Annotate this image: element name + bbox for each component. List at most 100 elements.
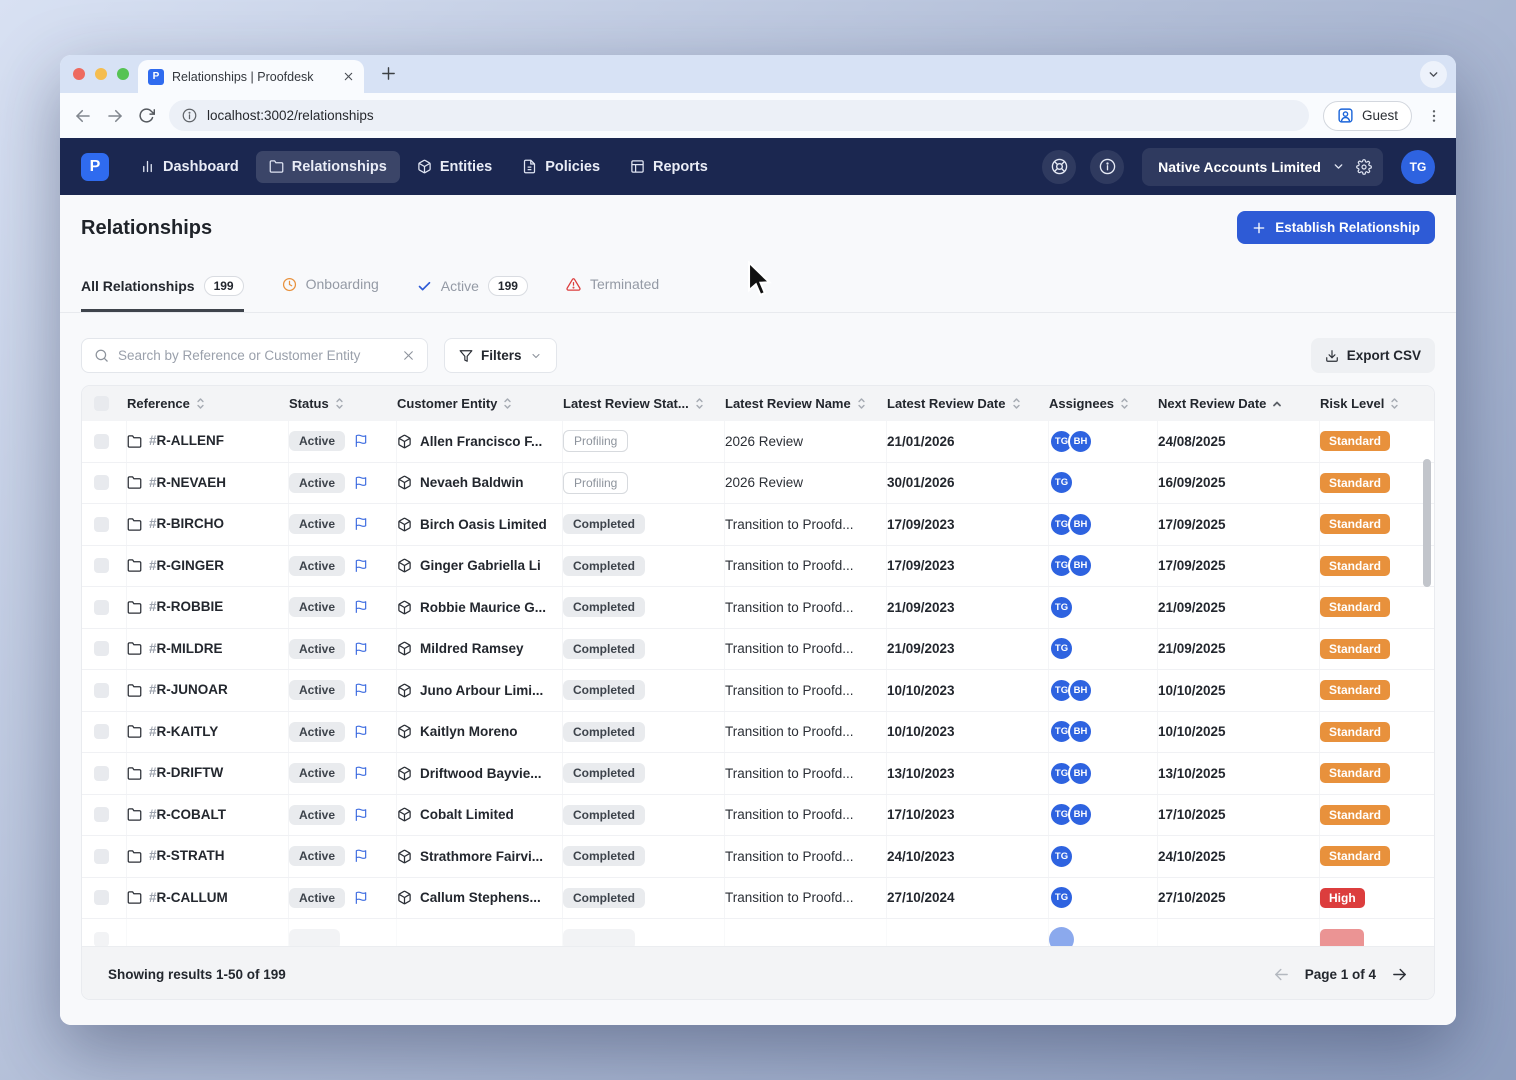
flag-icon[interactable] [354,559,368,573]
flag-icon[interactable] [354,600,368,614]
column-header-status[interactable]: Status [289,396,397,411]
row-checkbox[interactable] [94,475,109,490]
customer-entity-cell[interactable]: Juno Arbour Limi... [397,670,563,711]
sort-icon[interactable] [695,397,704,410]
forward-button[interactable] [106,107,124,125]
sort-icon[interactable] [1120,397,1129,410]
table-row[interactable]: #R-ROBBIE Active Robbie Maurice G... Com… [82,587,1434,629]
sort-ascending-icon[interactable] [1272,399,1282,409]
row-checkbox[interactable] [94,517,109,532]
column-header-next-review-date[interactable]: Next Review Date [1158,396,1320,411]
site-info-icon[interactable] [182,108,197,123]
guest-profile-button[interactable]: Guest [1323,101,1412,131]
column-header-latest-review-date[interactable]: Latest Review Date [887,396,1049,411]
tab-search-chevron-button[interactable] [1420,61,1447,88]
sort-icon[interactable] [196,397,205,410]
flag-icon[interactable] [354,766,368,780]
tab-onboarding[interactable]: Onboarding [282,270,379,305]
reference-cell[interactable]: #R-NEVAEH [127,463,289,504]
customer-entity-cell[interactable]: Driftwood Bayvie... [397,753,563,794]
column-header-customer-entity[interactable]: Customer Entity [397,396,563,411]
table-row[interactable]: #R-MILDRE Active Mildred Ramsey Complete… [82,629,1434,671]
customer-entity-cell[interactable]: Birch Oasis Limited [397,504,563,545]
column-header-assignees[interactable]: Assignees [1049,396,1158,411]
nav-item-dashboard[interactable]: Dashboard [127,151,252,183]
reference-cell[interactable]: #R-BIRCHO [127,504,289,545]
flag-icon[interactable] [354,642,368,656]
table-row[interactable]: #R-CALLUM Active Callum Stephens... Comp… [82,878,1434,920]
maximize-window-button[interactable] [117,68,129,80]
reload-button[interactable] [138,107,155,124]
table-row[interactable]: #R-BIRCHO Active Birch Oasis Limited Com… [82,504,1434,546]
row-checkbox[interactable] [94,890,109,905]
row-checkbox[interactable] [94,683,109,698]
tenant-switcher[interactable]: Native Accounts Limited [1142,148,1383,186]
reference-cell[interactable]: #R-COBALT [127,795,289,836]
search-input[interactable] [118,348,393,363]
browser-menu-icon[interactable] [1426,108,1442,124]
flag-icon[interactable] [354,849,368,863]
sort-icon[interactable] [1012,397,1021,410]
reference-cell[interactable]: #R-CALLUM [127,878,289,919]
proofdesk-logo[interactable]: P [81,153,109,181]
flag-icon[interactable] [354,683,368,697]
row-checkbox[interactable] [94,849,109,864]
nav-item-policies[interactable]: Policies [509,151,613,183]
customer-entity-cell[interactable]: Allen Francisco F... [397,421,563,462]
table-row[interactable]: #R-DRIFTW Active Driftwood Bayvie... Com… [82,753,1434,795]
browser-tab[interactable]: P Relationships | Proofdesk [138,60,364,93]
row-checkbox[interactable] [94,724,109,739]
url-bar[interactable]: localhost:3002/relationships [169,100,1309,131]
info-button[interactable] [1090,150,1124,184]
flag-icon[interactable] [354,517,368,531]
tab-all-relationships[interactable]: All Relationships 199 [81,270,244,312]
flag-icon[interactable] [354,808,368,822]
column-header-latest-review-status[interactable]: Latest Review Stat... [563,396,725,411]
customer-entity-cell[interactable]: Robbie Maurice G... [397,587,563,628]
clear-search-icon[interactable] [402,349,415,362]
establish-relationship-button[interactable]: Establish Relationship [1237,211,1435,244]
sort-icon[interactable] [335,397,344,410]
sort-icon[interactable] [857,397,866,410]
search-box[interactable] [81,338,428,373]
customer-entity-cell[interactable]: Kaitlyn Moreno [397,712,563,753]
reference-cell[interactable]: #R-DRIFTW [127,753,289,794]
export-csv-button[interactable]: Export CSV [1311,338,1435,373]
table-row[interactable]: #R-ALLENF Active Allen Francisco F... Pr… [82,421,1434,463]
column-header-latest-review-name[interactable]: Latest Review Name [725,396,887,411]
row-checkbox[interactable] [94,766,109,781]
new-tab-button[interactable] [380,65,397,82]
tab-terminated[interactable]: Terminated [566,270,659,305]
customer-entity-cell[interactable]: Mildred Ramsey [397,629,563,670]
table-row[interactable]: #R-COBALT Active Cobalt Limited Complete… [82,795,1434,837]
table-row[interactable]: #R-STRATH Active Strathmore Fairvi... Co… [82,836,1434,878]
header-select-all[interactable] [82,396,127,411]
table-row[interactable]: #R-GINGER Active Ginger Gabriella Li Com… [82,546,1434,588]
flag-icon[interactable] [354,434,368,448]
tab-active[interactable]: Active 199 [417,270,528,309]
help-button[interactable] [1042,150,1076,184]
row-checkbox[interactable] [94,807,109,822]
customer-entity-cell[interactable]: Strathmore Fairvi... [397,836,563,877]
tab-close-icon[interactable] [343,71,354,82]
reference-cell[interactable]: #R-MILDRE [127,629,289,670]
nav-item-reports[interactable]: Reports [617,151,721,183]
customer-entity-cell[interactable]: Cobalt Limited [397,795,563,836]
customer-entity-cell[interactable]: Ginger Gabriella Li [397,546,563,587]
back-button[interactable] [74,107,92,125]
table-row[interactable]: #R-KAITLY Active Kaitlyn Moreno Complete… [82,712,1434,754]
table-row[interactable]: #R-NEVAEH Active Nevaeh Baldwin Profilin… [82,463,1434,505]
nav-item-entities[interactable]: Entities [404,151,505,183]
close-window-button[interactable] [73,68,85,80]
previous-page-icon[interactable] [1273,966,1290,983]
row-checkbox[interactable] [94,641,109,656]
reference-cell[interactable]: #R-ALLENF [127,421,289,462]
table-row[interactable]: #R-JUNOAR Active Juno Arbour Limi... Com… [82,670,1434,712]
sort-icon[interactable] [503,397,512,410]
flag-icon[interactable] [354,476,368,490]
column-header-risk-level[interactable]: Risk Level [1320,396,1434,411]
row-checkbox[interactable] [94,600,109,615]
reference-cell[interactable]: #R-STRATH [127,836,289,877]
select-all-checkbox[interactable] [94,396,109,411]
gear-icon[interactable] [1356,159,1372,175]
